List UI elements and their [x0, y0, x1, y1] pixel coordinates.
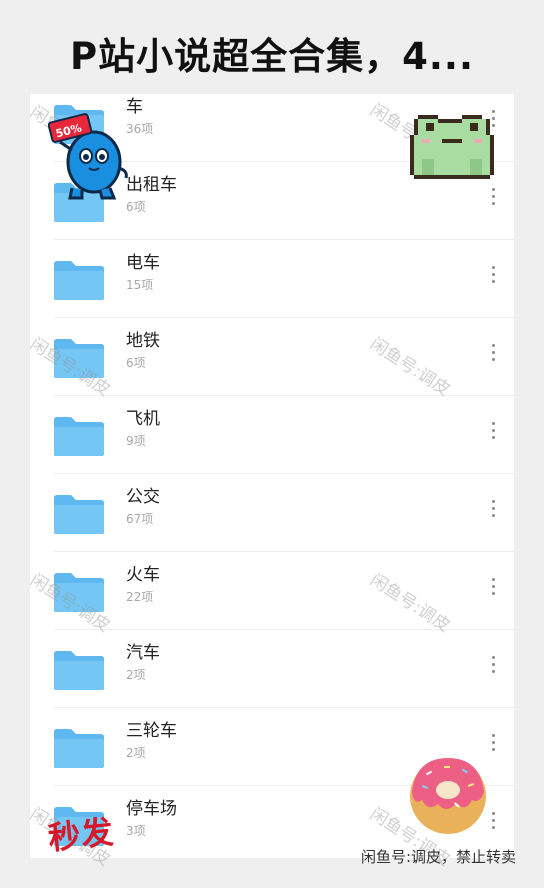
folder-name: 汽车 [126, 643, 160, 663]
folder-count: 2项 [126, 746, 146, 760]
more-options-icon[interactable] [488, 422, 498, 446]
frog-sticker [410, 115, 494, 179]
file-list: 车 36项 出租车 6项 电车 15项 地铁 6项 飞机 9项 公交 67项 火… [30, 94, 514, 858]
folder-count: 22项 [126, 590, 154, 604]
donut-sticker [410, 758, 486, 834]
more-options-icon[interactable] [488, 500, 498, 524]
folder-count: 9项 [126, 434, 146, 448]
folder-name: 地铁 [126, 331, 160, 351]
more-options-icon[interactable] [488, 656, 498, 680]
folder-icon [54, 729, 104, 768]
folder-name: 火车 [126, 565, 160, 585]
folder-count: 3项 [126, 824, 146, 838]
folder-icon [54, 495, 104, 534]
folder-icon [54, 261, 104, 300]
footer-notice: 闲鱼号:调皮，禁止转卖 [360, 848, 516, 866]
folder-name: 电车 [126, 253, 160, 273]
folder-name: 飞机 [126, 409, 160, 429]
folder-row-feiji[interactable]: 飞机 9项 [30, 396, 514, 474]
folder-count: 2项 [126, 668, 146, 682]
folder-icon [54, 417, 104, 456]
more-options-icon[interactable] [488, 578, 498, 602]
instant-delivery-stamp: 秒发 [46, 812, 117, 858]
folder-icon [54, 651, 104, 690]
more-options-icon[interactable] [488, 266, 498, 290]
folder-name: 停车场 [126, 799, 177, 819]
folder-row-dianche[interactable]: 电车 15项 [30, 240, 514, 318]
page-title: P站小说超全合集，4... [69, 35, 475, 78]
folder-name: 出租车 [126, 175, 177, 195]
folder-row-gongjiao[interactable]: 公交 67项 [30, 474, 514, 552]
more-options-icon[interactable] [488, 344, 498, 368]
folder-count: 67项 [126, 512, 154, 526]
folder-row-qiche[interactable]: 汽车 2项 [30, 630, 514, 708]
folder-name: 三轮车 [126, 721, 177, 741]
folder-count: 15项 [126, 278, 154, 292]
folder-count: 6项 [126, 356, 146, 370]
folder-name: 公交 [126, 487, 160, 507]
mascot-sticker: 50% [48, 113, 128, 200]
